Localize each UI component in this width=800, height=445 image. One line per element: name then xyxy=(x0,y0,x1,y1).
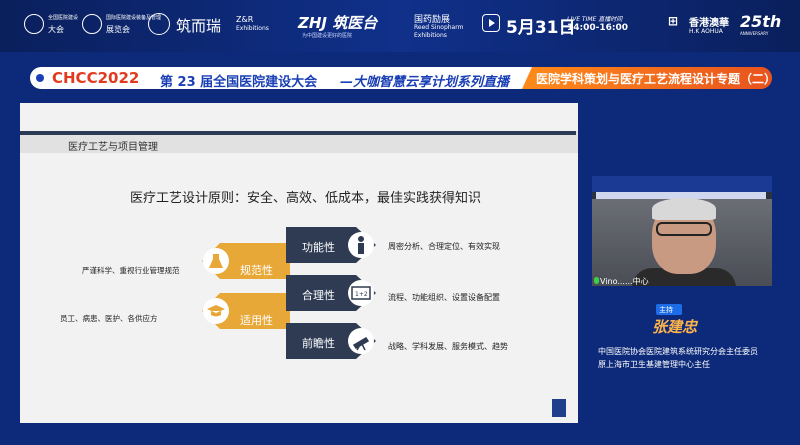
zr-logo-icon xyxy=(148,13,170,35)
video-banner xyxy=(592,176,772,192)
speaker-hair xyxy=(652,198,716,220)
banner-year: 2022 xyxy=(97,69,140,87)
sponsor-hk-en: H.K AOHUA xyxy=(689,28,723,35)
right-arrow-label-3: 前瞻性 xyxy=(302,337,335,350)
sponsor-zhj-slogan: 为中国建设更好的医院 xyxy=(302,33,353,39)
right-arrow-label-1: 功能性 xyxy=(302,241,335,254)
banner-topic: 医院学科策划与医疗工艺流程设计专题（二） xyxy=(522,67,772,89)
sponsor-org1: 大会 xyxy=(48,25,64,34)
sponsor-zr: Z&R xyxy=(236,15,254,24)
banner-title: 第 23 届全国医院建设大会 xyxy=(160,75,318,90)
formula-icon-text: 1+2 xyxy=(355,291,368,298)
expo-logo-icon xyxy=(82,14,102,34)
left-description-2: 员工、病患、医护、各供应方 xyxy=(60,314,158,323)
hk-logo-icon: ⊞ xyxy=(668,14,679,28)
live-time-label: LIVE TIME 直播时间 xyxy=(567,16,623,23)
beaker-icon xyxy=(203,248,229,274)
host-badge: 主持 xyxy=(656,304,682,315)
sponsor-org2: 展览会 xyxy=(106,25,130,34)
banner-series: —大咖智慧云享计划系列直播 xyxy=(340,75,510,90)
graduation-cap-icon xyxy=(203,298,229,324)
right-description-2: 流程、功能组织、设置设备配置 xyxy=(388,293,500,302)
chcc-logo-icon xyxy=(24,14,44,34)
host-name: 张建忠 xyxy=(652,318,698,336)
sponsor-reed: Reed Sinopharm xyxy=(414,24,464,31)
sponsor-zhj: ZHJ 筑医台 xyxy=(298,14,378,32)
sponsor-org1-small: 全国医院建设 xyxy=(48,15,79,21)
host-badge-text: 主持 xyxy=(659,306,673,314)
left-description-1: 严谨科学、重视行业管理规范 xyxy=(82,266,180,275)
telescope-icon xyxy=(348,328,374,354)
participant-name: Vino......中心 xyxy=(600,277,649,286)
left-arrow-label-1: 规范性 xyxy=(240,264,273,277)
anniversary-badge: 25th xyxy=(740,12,782,31)
person-icon xyxy=(348,232,374,258)
banner-chcc: CHCC2022 xyxy=(52,69,139,87)
slide-corner-logo-icon xyxy=(552,399,566,417)
speaker-glasses xyxy=(656,222,712,236)
host-title-2: 原上海市卫生基建管理中心主任 xyxy=(598,360,710,369)
speaker-video-tile[interactable] xyxy=(592,176,772,286)
banner-chcc-text: CHCC xyxy=(52,69,98,87)
banner-dot xyxy=(36,74,44,82)
anniversary-label: ANNIVERSARY xyxy=(740,31,769,36)
live-date: 5月31日 xyxy=(506,18,576,38)
sponsor-zhulier: 筑而瑞 xyxy=(176,17,222,35)
slide-section-title: 医疗工艺与项目管理 xyxy=(68,142,158,153)
sponsor-reed2: Exhibitions xyxy=(414,32,447,39)
sponsor-hk: 香港澳華 xyxy=(689,18,729,29)
play-icon xyxy=(482,14,500,32)
right-arrow-label-2: 合理性 xyxy=(302,289,335,302)
left-arrow-label-2: 适用性 xyxy=(240,314,273,327)
sponsor-zr-exhibitions: Exhibitions xyxy=(236,25,269,32)
formula-board-icon: 1+2 xyxy=(348,280,374,306)
slide-section-header: 医疗工艺与项目管理 xyxy=(20,131,578,153)
right-description-3: 战略、学科发展、服务模式、趋势 xyxy=(388,342,508,351)
live-time: 14:00-16:00 xyxy=(567,23,629,33)
presentation-slide: 医疗工艺与项目管理 医疗工艺设计原则：安全、高效、低成本，最佳实践获得知识 规范… xyxy=(20,103,578,423)
host-title-1: 中国医院协会医院建筑系统研究分会主任委员 xyxy=(598,347,758,356)
left-arrows xyxy=(202,243,290,329)
slide-principle: 医疗工艺设计原则：安全、高效、低成本，最佳实践获得知识 xyxy=(130,191,482,206)
right-description-1: 周密分析、合理定位、有效实现 xyxy=(388,242,500,251)
banner-topic-text: 医院学科策划与医疗工艺流程设计专题（二） xyxy=(536,72,777,86)
microphone-icon xyxy=(594,277,599,284)
